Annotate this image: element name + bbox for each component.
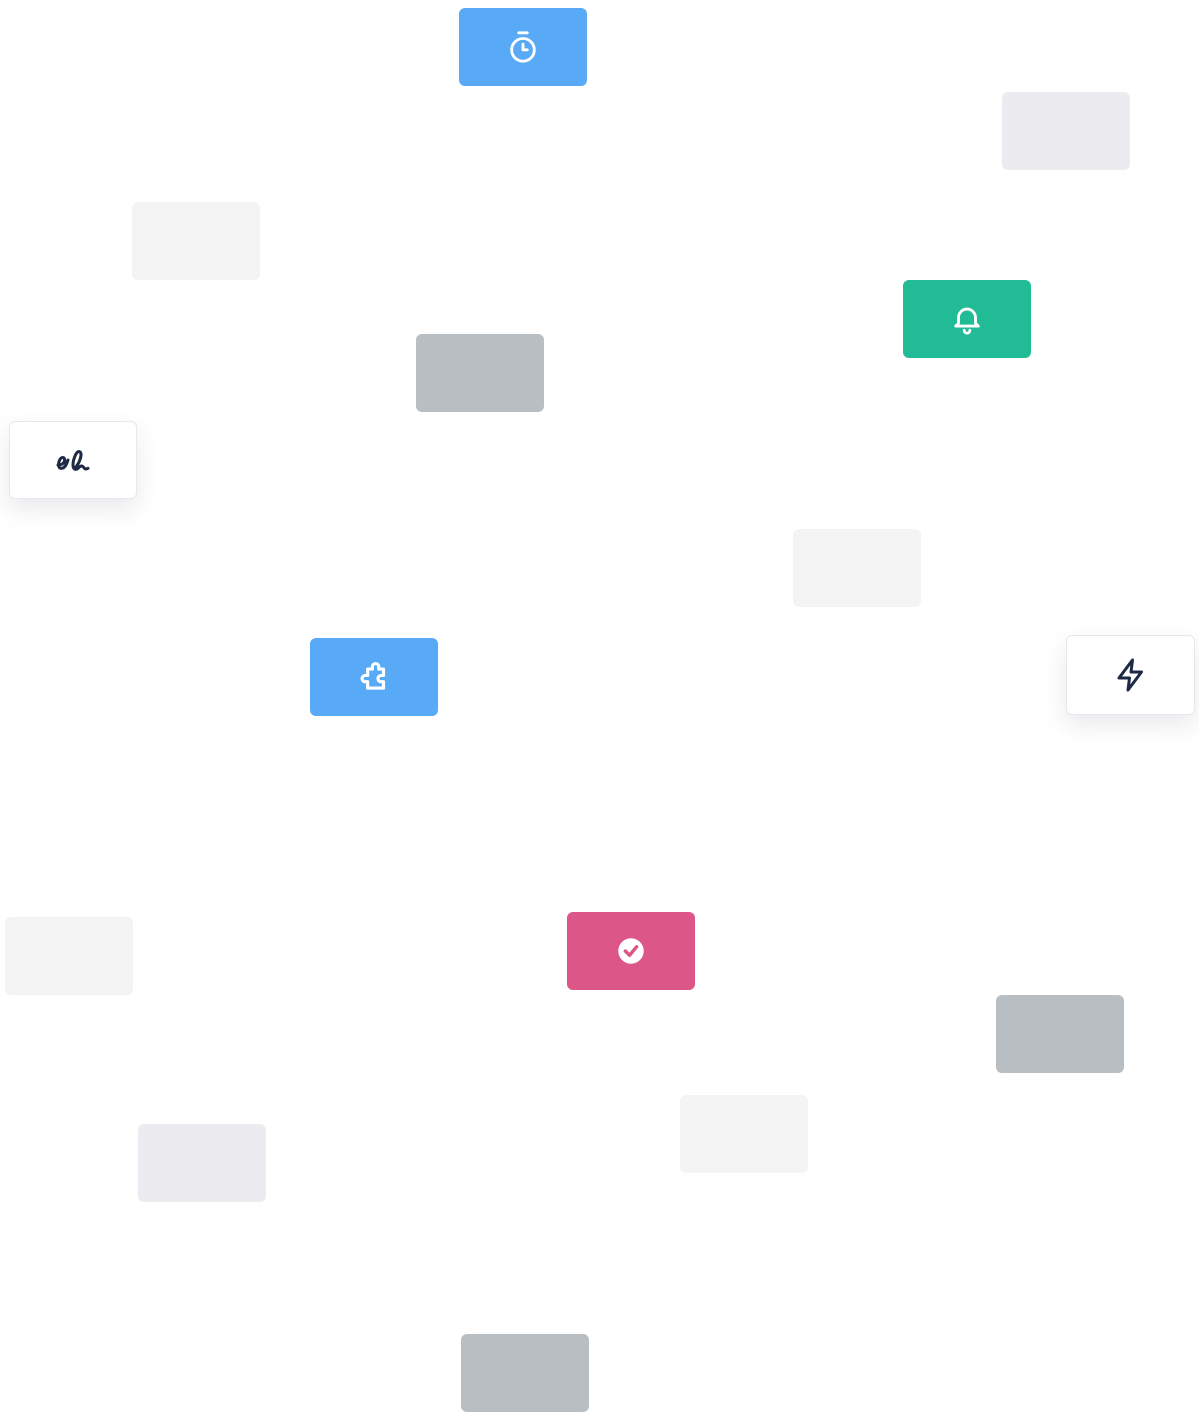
placeholder-tile bbox=[793, 529, 921, 607]
check-circle-tile[interactable] bbox=[567, 912, 695, 990]
lightning-icon bbox=[1113, 657, 1149, 693]
signature-icon bbox=[53, 440, 93, 480]
signature-tile[interactable] bbox=[9, 421, 137, 499]
placeholder-tile bbox=[5, 917, 133, 995]
placeholder-tile bbox=[680, 1095, 808, 1173]
bell-icon bbox=[950, 302, 984, 336]
placeholder-tile bbox=[461, 1334, 589, 1412]
placeholder-tile bbox=[416, 334, 544, 412]
placeholder-tile bbox=[138, 1124, 266, 1202]
placeholder-tile bbox=[996, 995, 1124, 1073]
stopwatch-icon bbox=[506, 30, 540, 64]
puzzle-icon bbox=[355, 658, 393, 696]
puzzle-tile[interactable] bbox=[310, 638, 438, 716]
placeholder-tile bbox=[1002, 92, 1130, 170]
placeholder-tile bbox=[132, 202, 260, 280]
lightning-tile[interactable] bbox=[1066, 635, 1195, 715]
stopwatch-tile[interactable] bbox=[459, 8, 587, 86]
check-circle-icon bbox=[614, 934, 648, 968]
bell-tile[interactable] bbox=[903, 280, 1031, 358]
